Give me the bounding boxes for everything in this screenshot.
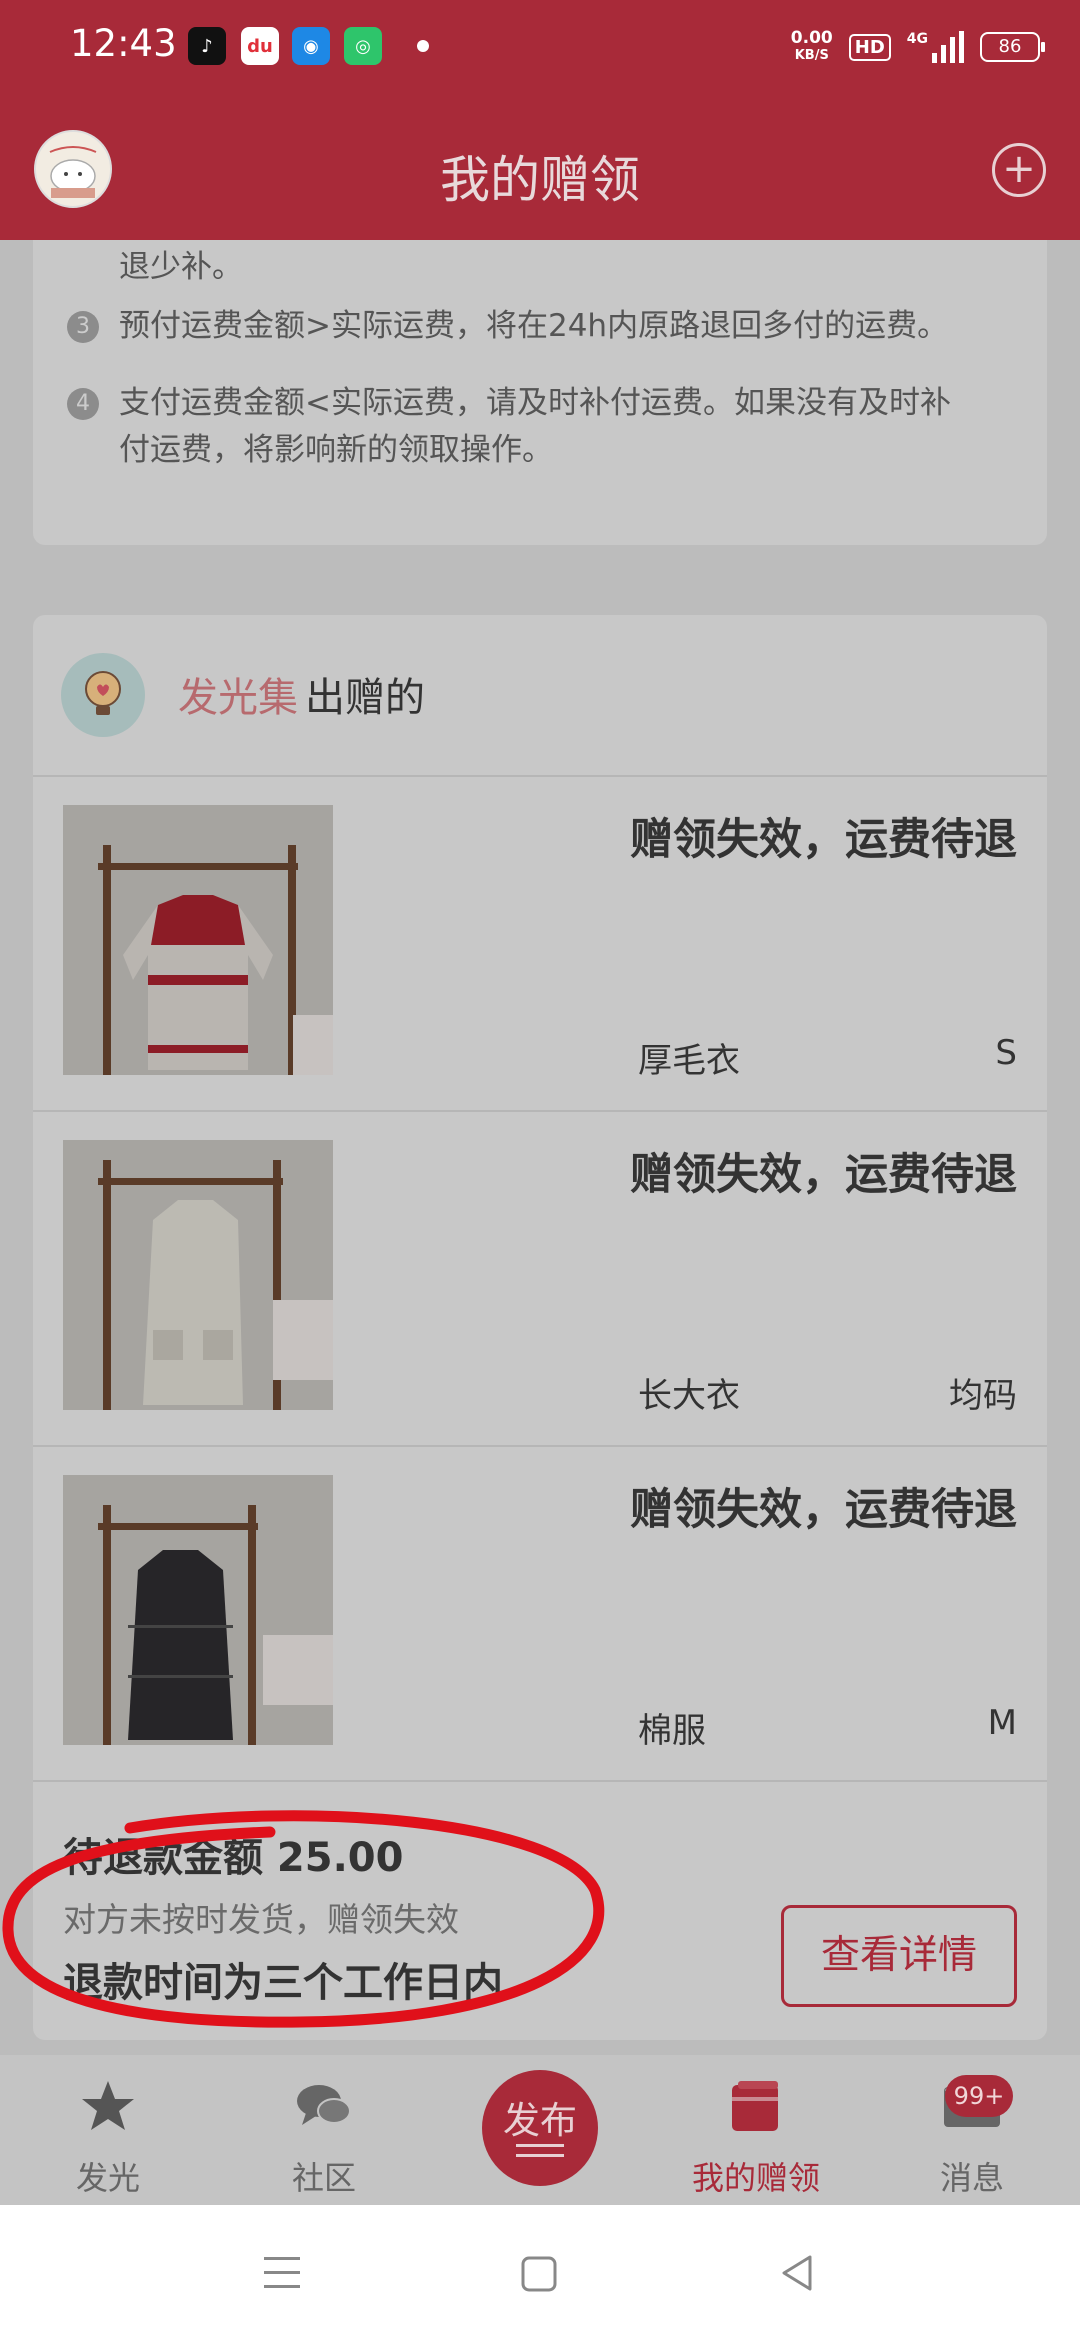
white-coat-image bbox=[63, 1140, 333, 1410]
tab-my-gifts[interactable]: 我的赠领 bbox=[656, 2055, 856, 2205]
hd-icon: HD bbox=[848, 33, 891, 61]
list-item[interactable]: 赠领失效，运费待退 厚毛衣 S bbox=[33, 775, 1047, 1112]
gift-box-icon bbox=[732, 2081, 778, 2131]
back-icon[interactable] bbox=[778, 2253, 814, 2293]
plus-icon: + bbox=[1002, 146, 1036, 192]
item-size: 均码 bbox=[949, 1376, 1017, 1416]
notice-line: 付运费，将影响新的领取操作。 bbox=[119, 432, 553, 468]
menu-lines-icon bbox=[516, 2144, 564, 2157]
item-name: 长大衣 bbox=[638, 1376, 740, 1416]
clock: 12:43 bbox=[70, 22, 177, 65]
notice-line: 退少补。 bbox=[119, 249, 243, 285]
tiktok-icon: ♪ bbox=[188, 27, 226, 65]
list-item[interactable]: 赠领失效，运费待退 棉服 M bbox=[33, 1445, 1047, 1782]
shop-name[interactable]: 发光集 bbox=[178, 665, 298, 723]
shipping-notice-card: 退少补。 3 预付运费金额>实际运费，将在24h内原路退回多付的运费。 4 支付… bbox=[33, 240, 1047, 545]
status-bar: 12:43 ♪ du ◉ ◎ 0.00 KB/S HD 4G 86 bbox=[0, 0, 1080, 95]
signal-icon: 4G bbox=[907, 31, 964, 63]
step-number: 4 bbox=[67, 388, 99, 420]
publish-button[interactable]: 发布 bbox=[482, 2070, 598, 2186]
battery-icon: 86 bbox=[980, 32, 1045, 62]
tab-glow[interactable]: 发光 bbox=[8, 2055, 208, 2205]
tab-community[interactable]: 社区 bbox=[224, 2055, 424, 2205]
notice-line: 预付运费金额>实际运费，将在24h内原路退回多付的运费。 bbox=[119, 308, 949, 344]
browser-icon: ◉ bbox=[292, 27, 330, 65]
item-size: M bbox=[987, 1703, 1017, 1743]
item-status: 赠领失效，运费待退 bbox=[630, 815, 1017, 865]
add-button[interactable]: + bbox=[992, 143, 1046, 197]
refund-time: 退款时间为三个工作日内 bbox=[63, 1960, 503, 2006]
menu-icon[interactable] bbox=[262, 2255, 302, 2291]
step-number: 3 bbox=[67, 311, 99, 343]
system-nav-bar bbox=[0, 2205, 1080, 2340]
star-icon bbox=[82, 2081, 134, 2130]
shop-suffix: 出赠的 bbox=[305, 675, 425, 721]
page-title: 我的赠领 bbox=[440, 151, 640, 209]
lightbulb-icon bbox=[61, 653, 145, 737]
network-speed: 0.00 KB/S bbox=[790, 28, 833, 64]
item-size: S bbox=[995, 1033, 1017, 1073]
notification-dot bbox=[417, 40, 429, 52]
item-status: 赠领失效，运费待退 bbox=[630, 1485, 1017, 1535]
home-icon[interactable] bbox=[520, 2255, 558, 2293]
item-name: 厚毛衣 bbox=[638, 1041, 740, 1081]
refund-amount-text: 待退款金额 25.00 bbox=[63, 1835, 404, 1881]
app-icon: ◎ bbox=[344, 27, 382, 65]
view-details-button[interactable]: 查看详情 bbox=[781, 1905, 1017, 2007]
black-padded-coat-image bbox=[63, 1475, 333, 1745]
dewu-icon: du bbox=[241, 27, 279, 65]
notice-line: 支付运费金额<实际运费，请及时补付运费。如果没有及时补 bbox=[119, 385, 951, 421]
item-status: 赠领失效，运费待退 bbox=[630, 1150, 1017, 1200]
message-badge: 99+ bbox=[945, 2075, 1013, 2117]
shop-row[interactable]: 发光集 出赠的 bbox=[33, 615, 1047, 777]
chat-bubbles-icon bbox=[297, 2085, 351, 2125]
list-item[interactable]: 赠领失效，运费待退 长大衣 均码 bbox=[33, 1110, 1047, 1447]
refund-reason: 对方未按时发货，赠领失效 bbox=[63, 1900, 459, 1939]
app-header: 我的赠领 + bbox=[0, 95, 1080, 240]
red-sweater-image bbox=[63, 805, 333, 1075]
item-name: 棉服 bbox=[638, 1711, 706, 1751]
